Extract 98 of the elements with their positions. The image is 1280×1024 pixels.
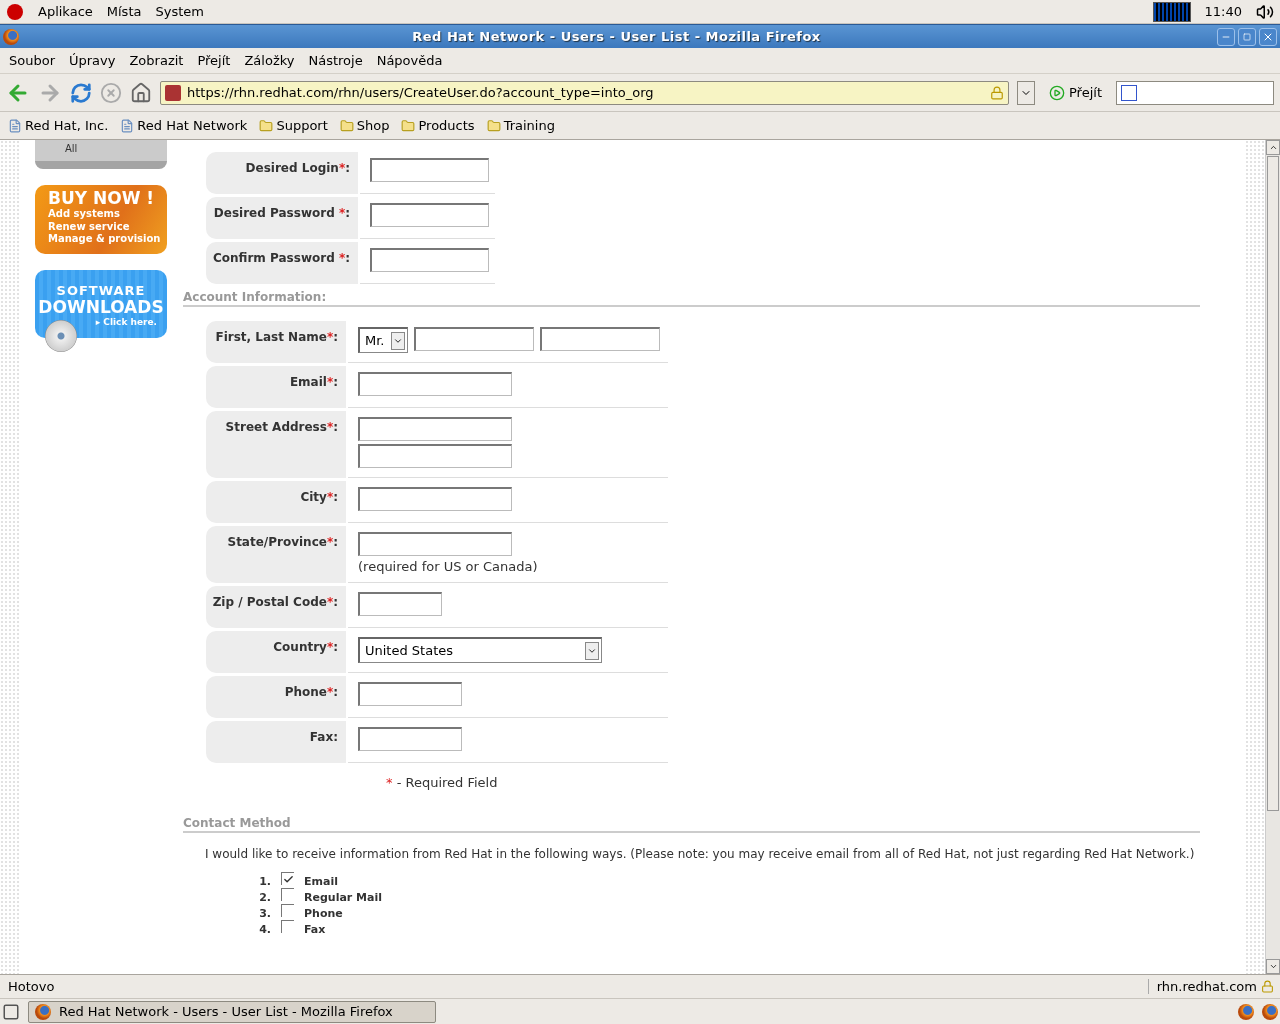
field-label: Phone*: (206, 676, 346, 718)
window-title: Red Hat Network - Users - User List - Mozilla Firefox (411, 29, 822, 44)
folder-icon (486, 118, 501, 133)
close-button[interactable] (1259, 27, 1277, 46)
option-label: Regular Mail (304, 891, 382, 904)
folder-icon (339, 118, 354, 133)
search-field[interactable] (1116, 80, 1274, 105)
field-label: City*: (206, 481, 346, 523)
text-field[interactable] (370, 203, 489, 227)
browser-icon (35, 1003, 51, 1020)
panel-menu[interactable]: Místa (106, 4, 142, 19)
caret-icon (1268, 143, 1278, 152)
text-field[interactable] (370, 158, 489, 182)
field-label: Desired Password *: (206, 197, 358, 239)
panel-menu[interactable]: System (155, 4, 204, 19)
go-button[interactable]: Přejít (1043, 84, 1108, 101)
scroll-down-button[interactable] (1266, 959, 1280, 974)
clock[interactable]: 11:40 (1204, 4, 1242, 19)
checkbox[interactable] (281, 872, 294, 885)
text-field[interactable] (358, 682, 462, 706)
lock-icon (1261, 980, 1274, 993)
menu-item[interactable]: Nástroje (301, 53, 370, 68)
home-icon[interactable] (130, 81, 152, 104)
checkbox[interactable] (281, 920, 294, 933)
bookmark[interactable]: Products (401, 118, 475, 133)
field-note: (required for US or Canada) (358, 559, 539, 574)
folder-icon (401, 118, 416, 133)
required-note: * - Required Field (385, 774, 499, 792)
first-name-field[interactable] (414, 327, 534, 351)
play-icon (1049, 84, 1065, 101)
bookmark[interactable]: Shop (339, 118, 390, 133)
list-number: 2. (258, 891, 271, 904)
last-name-field[interactable] (540, 327, 660, 351)
field-label: Desired Login*: (206, 152, 358, 194)
cpu-meter-icon (1152, 1, 1191, 22)
field-label: Email*: (206, 366, 346, 408)
address-field[interactable] (358, 444, 512, 468)
checkbox[interactable] (281, 904, 294, 917)
option-label: Fax (304, 923, 326, 936)
menu-item[interactable]: Zobrazit (122, 53, 191, 68)
state-field[interactable] (358, 532, 512, 556)
bookmark[interactable]: Red Hat Network (120, 118, 248, 133)
text-field[interactable] (358, 592, 442, 616)
checkbox[interactable] (281, 888, 294, 901)
page-icon (8, 118, 22, 133)
section-heading: Account Information: (183, 284, 1200, 307)
text-field[interactable] (370, 248, 489, 272)
panel-menu[interactable]: Aplikace (38, 4, 93, 19)
field-label: First, Last Name*: (206, 321, 346, 363)
caret-icon (1268, 962, 1278, 971)
intro-text: I would like to receive information from Red Hat in the following ways. (Please note: you may receive email from all of Red Hat, not just regarding Red Hat Network.) (205, 847, 1196, 861)
folder-icon (259, 118, 274, 133)
browser-icon (3, 28, 19, 45)
page-icon (120, 118, 135, 133)
menu-item[interactable]: Přejít (190, 53, 238, 68)
history-dropdown[interactable] (1017, 80, 1035, 105)
country-select[interactable]: United States (358, 637, 602, 663)
status-host: rhn.redhat.com (1156, 979, 1257, 994)
browser-icon[interactable] (1238, 1003, 1254, 1020)
scroll-up-button[interactable] (1266, 140, 1280, 155)
bookmark[interactable]: Red Hat, Inc. (8, 118, 109, 133)
status-text: Hotovo (7, 979, 56, 994)
menu-item[interactable]: Záložky (237, 53, 302, 68)
caret-icon (391, 331, 405, 350)
caret-icon (585, 641, 599, 660)
bookmark[interactable]: Training (486, 118, 555, 133)
option-label: Email (304, 875, 338, 888)
list-number: 1. (258, 875, 271, 888)
field-label: Fax: (206, 721, 346, 763)
menu-item[interactable]: Úpravy (62, 53, 123, 68)
text-field[interactable] (358, 727, 462, 751)
list-number: 4. (258, 923, 271, 936)
disc-icon (45, 320, 77, 352)
address-field[interactable]: https://rhn.redhat.com/rhn/users/CreateUser.do?account_type=into_org (160, 80, 1009, 105)
site-icon (165, 84, 181, 101)
volume-icon[interactable] (1256, 2, 1274, 21)
field-label: Confirm Password *: (206, 242, 358, 284)
list-number: 3. (258, 907, 271, 920)
lock-icon (990, 85, 1004, 100)
field-label: Street Address*: (206, 411, 346, 478)
field-label: Country*: (206, 631, 346, 673)
section-heading: Contact Method (183, 810, 1200, 833)
title-select[interactable]: Mr. (358, 327, 408, 353)
address-field[interactable] (358, 417, 512, 441)
browser-icon[interactable] (1262, 1003, 1278, 1020)
text-field[interactable] (358, 372, 512, 396)
maximize-icon (1243, 32, 1251, 41)
bookmark[interactable]: Support (259, 118, 328, 133)
text-field[interactable] (358, 487, 512, 511)
field-label: Zip / Postal Code*: (206, 586, 346, 628)
option-label: Phone (304, 907, 343, 920)
check-icon (282, 873, 294, 885)
menu-item[interactable]: Soubor (2, 53, 62, 68)
taskbar-button[interactable]: Red Hat Network - Users - User List - Mozilla Firefox (28, 1000, 436, 1023)
reload-icon[interactable] (70, 81, 92, 104)
field-label: State/Province*: (206, 526, 346, 583)
menu-item[interactable]: Nápověda (369, 53, 450, 68)
sidebar-tab[interactable]: All (35, 140, 167, 169)
